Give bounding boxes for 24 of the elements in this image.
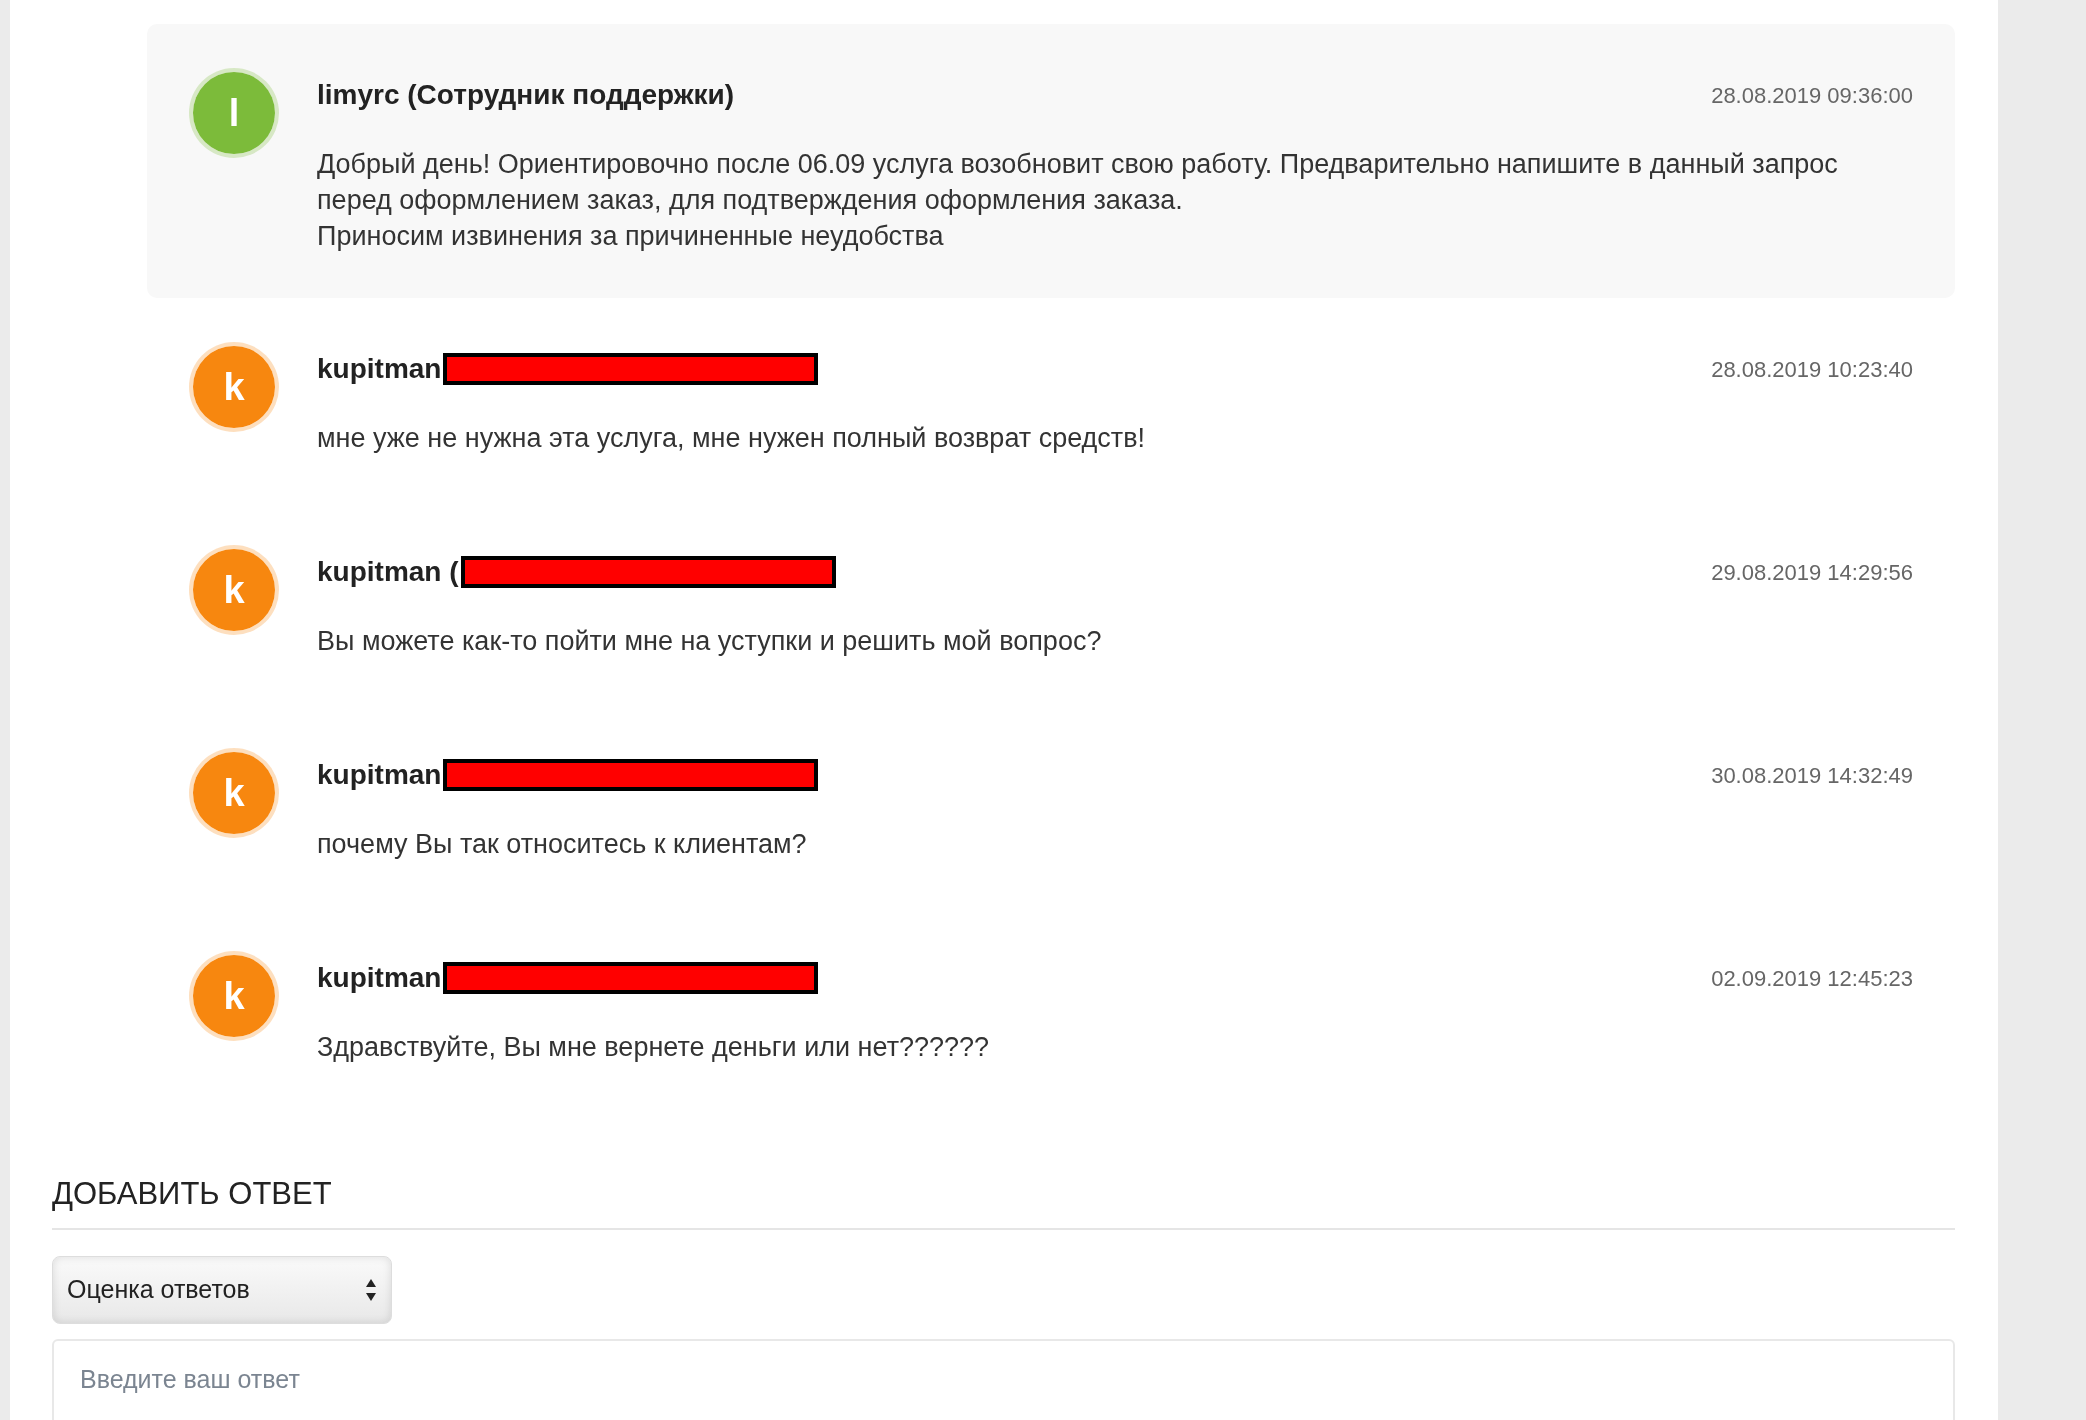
message-date: 28.08.2019 09:36:00 bbox=[1711, 81, 1913, 110]
avatar: k bbox=[189, 342, 279, 432]
message-text: Здравствуйте, Вы мне вернете деньги или нет?????? bbox=[317, 1031, 991, 1064]
avatar: k bbox=[189, 545, 279, 635]
avatar: k bbox=[189, 748, 279, 838]
message-text: Добрый день! Ориентировочно после 06.09 услуга возобновит свою работу. Предварительно напишите в данный запрос перед оформлением заказ, для подтверждения оформления заказа. Приносим извинения за причиненные неудобства bbox=[317, 148, 1839, 253]
answer-field[interactable]: Введите ваш ответ bbox=[52, 1339, 1955, 1420]
message-text: почему Вы так относитесь к клиентам? bbox=[317, 828, 808, 861]
rating-select[interactable]: Оценка ответов bbox=[52, 1256, 392, 1324]
message-date: 28.08.2019 10:23:40 bbox=[1711, 355, 1913, 384]
section-heading: ДОБАВИТЬ ОТВЕТ bbox=[52, 1174, 1955, 1230]
message-date: 29.08.2019 14:29:56 bbox=[1711, 558, 1913, 587]
author-name: kupitman bbox=[317, 352, 442, 386]
author-name: kupitman bbox=[317, 758, 442, 792]
message-text: мне уже не нужна эта услуга, мне нужен полный возврат средств! bbox=[317, 422, 1147, 455]
message-text: Вы можете как-то пойти мне на уступки и решить мой вопрос? bbox=[317, 625, 1103, 658]
author-name: limyrc (Сотрудник поддержки) bbox=[317, 78, 735, 112]
author-name: kupitman ( bbox=[317, 555, 459, 589]
sort-arrows-icon bbox=[365, 1278, 377, 1302]
message-date: 30.08.2019 14:32:49 bbox=[1711, 761, 1913, 790]
avatar: k bbox=[189, 951, 279, 1041]
message-date: 02.09.2019 12:45:23 bbox=[1711, 964, 1913, 993]
avatar: l bbox=[189, 68, 279, 158]
author-name: kupitman bbox=[317, 961, 442, 995]
